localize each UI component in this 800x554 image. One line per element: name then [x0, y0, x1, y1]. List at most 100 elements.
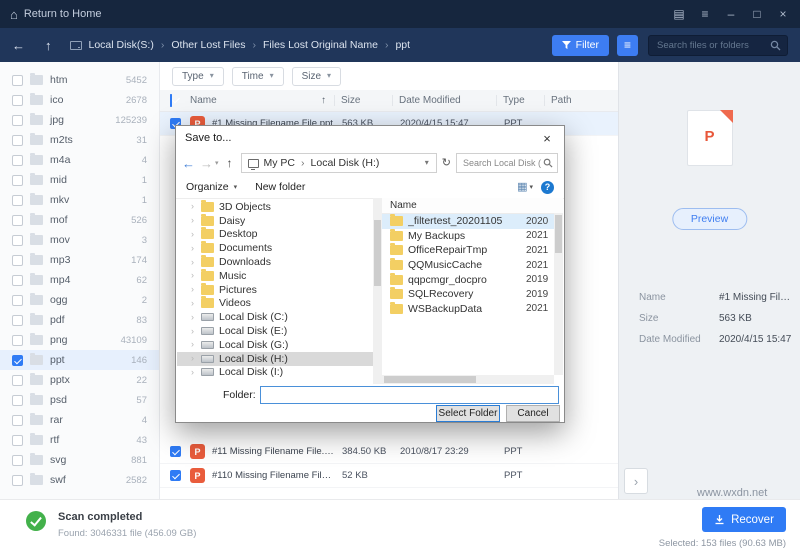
file-type-item[interactable]: mof 526	[0, 210, 159, 230]
recover-button[interactable]: Recover	[702, 507, 786, 532]
checkbox[interactable]	[12, 374, 23, 386]
file-type-item[interactable]: mp4 62	[0, 270, 159, 290]
breadcrumb-item[interactable]: ppt	[378, 39, 410, 51]
help-button[interactable]	[541, 180, 554, 194]
file-type-item[interactable]: rar 4	[0, 410, 159, 430]
checkbox[interactable]	[12, 254, 23, 266]
file-type-item[interactable]: mp3 174	[0, 250, 159, 270]
dialog-close-button[interactable]	[530, 126, 564, 150]
scrollbar-thumb[interactable]	[374, 220, 381, 286]
expand-chevron-icon[interactable]	[191, 354, 201, 363]
tree-item[interactable]: Videos	[177, 296, 373, 311]
filter-button[interactable]: Filter	[551, 34, 609, 56]
checkbox[interactable]	[12, 154, 23, 166]
tree-item[interactable]: Downloads	[177, 255, 373, 269]
checkbox[interactable]	[12, 274, 23, 286]
checkbox[interactable]	[12, 434, 23, 446]
expand-chevron-icon[interactable]	[191, 368, 201, 377]
tree-item[interactable]: Local Disk (H:)	[177, 351, 373, 366]
expand-chevron-icon[interactable]	[191, 285, 201, 294]
table-row[interactable]: #110 Missing Filename File.ppt 52 KB PPT	[160, 464, 618, 488]
list-horizontal-scrollbar[interactable]	[382, 375, 554, 384]
expand-chevron-icon[interactable]	[191, 258, 201, 267]
column-size[interactable]: Size	[334, 95, 392, 106]
folder-list-item[interactable]: _filtertest_20201105 2020	[382, 214, 563, 229]
expand-chevron-icon[interactable]	[191, 313, 201, 322]
minimize-button[interactable]	[718, 8, 744, 20]
tree-item[interactable]: Daisy	[177, 213, 373, 228]
scrollbar-thumb[interactable]	[384, 376, 476, 383]
checkbox[interactable]	[12, 74, 23, 86]
address-dropdown-icon[interactable]	[422, 159, 432, 167]
address-bar[interactable]: My PCLocal Disk (H:)	[240, 153, 437, 173]
checkbox[interactable]	[12, 194, 23, 206]
preview-button[interactable]: Preview	[671, 208, 748, 230]
file-type-item[interactable]: htm 5452	[0, 70, 159, 90]
list-column-name[interactable]: Name	[382, 198, 563, 214]
row-checkbox[interactable]	[170, 446, 181, 457]
close-button[interactable]	[770, 8, 796, 20]
file-type-item[interactable]: swf 2582	[0, 470, 159, 490]
tree-item[interactable]: 3D Objects	[177, 199, 373, 214]
file-type-item[interactable]: ogg 2	[0, 290, 159, 310]
tree-item[interactable]: Pictures	[177, 282, 373, 297]
column-type[interactable]: Type	[496, 95, 544, 106]
return-home-button[interactable]: Return to Home	[10, 8, 102, 21]
history-dropdown-icon[interactable]	[215, 160, 219, 167]
column-date-modified[interactable]: Date Modified	[392, 95, 496, 106]
expand-chevron-icon[interactable]	[191, 327, 201, 336]
folder-list-item[interactable]: qqpcmgr_docpro 2019	[382, 272, 563, 287]
column-path[interactable]: Path	[544, 95, 618, 106]
breadcrumb-item[interactable]: Files Lost Original Name	[245, 39, 378, 51]
list-vertical-scrollbar[interactable]	[554, 213, 563, 375]
breadcrumb-item[interactable]: Local Disk(S:)	[89, 39, 154, 51]
file-type-item[interactable]: psd 57	[0, 390, 159, 410]
view-mode-button[interactable]	[517, 182, 533, 193]
dialog-back-button[interactable]	[182, 157, 195, 170]
checkbox[interactable]	[12, 454, 23, 466]
organize-button[interactable]: Organize	[186, 181, 237, 193]
checkbox[interactable]	[12, 214, 23, 226]
folder-list-item[interactable]: OfficeRepairTmp 2021	[382, 243, 563, 258]
report-icon[interactable]	[666, 8, 692, 20]
file-type-item[interactable]: svg 881	[0, 450, 159, 470]
tree-item[interactable]: Local Disk (I:)	[177, 366, 373, 380]
filter-dropdown[interactable]: Type	[172, 66, 224, 86]
filter-dropdown[interactable]: Size	[291, 66, 342, 86]
scrollbar-thumb[interactable]	[555, 215, 562, 253]
row-checkbox[interactable]	[170, 470, 181, 481]
checkbox[interactable]	[12, 474, 23, 486]
maximize-button[interactable]	[744, 8, 770, 20]
file-type-item[interactable]: ico 2678	[0, 90, 159, 110]
checkbox[interactable]	[12, 294, 23, 306]
file-type-item[interactable]: pptx 22	[0, 370, 159, 390]
file-type-item[interactable]: mov 3	[0, 230, 159, 250]
file-type-item[interactable]: ppt 146	[0, 350, 159, 370]
dialog-forward-button[interactable]	[200, 157, 213, 170]
checkbox[interactable]	[12, 134, 23, 146]
file-type-item[interactable]: jpg 125239	[0, 110, 159, 130]
folder-list-item[interactable]: My Backups 2021	[382, 228, 563, 244]
checkbox[interactable]	[12, 414, 23, 426]
file-type-item[interactable]: mid 1	[0, 170, 159, 190]
file-type-item[interactable]: mkv 1	[0, 190, 159, 210]
tree-item[interactable]: Local Disk (C:)	[177, 310, 373, 324]
folder-list-item[interactable]: QQMusicCache 2021	[382, 258, 563, 273]
checkbox[interactable]	[12, 94, 23, 106]
select-all-checkbox[interactable]	[170, 94, 172, 107]
expand-chevron-icon[interactable]	[191, 216, 201, 225]
checkbox[interactable]	[12, 354, 23, 366]
file-type-item[interactable]: pdf 83	[0, 310, 159, 330]
collapse-panel-button[interactable]	[624, 468, 648, 494]
view-options-button[interactable]	[617, 34, 638, 56]
tree-item[interactable]: Desktop	[177, 227, 373, 242]
expand-chevron-icon[interactable]	[191, 299, 201, 308]
folder-list-item[interactable]: SQLRecovery 2019	[382, 287, 563, 302]
checkbox[interactable]	[12, 174, 23, 186]
search-input[interactable]	[655, 38, 770, 52]
tree-scrollbar[interactable]	[373, 198, 382, 384]
select-folder-button[interactable]: Select Folder	[436, 405, 500, 422]
file-type-item[interactable]: png 43109	[0, 330, 159, 350]
expand-chevron-icon[interactable]	[191, 271, 201, 280]
folder-list-item[interactable]: WSBackupData 2021	[382, 301, 563, 317]
